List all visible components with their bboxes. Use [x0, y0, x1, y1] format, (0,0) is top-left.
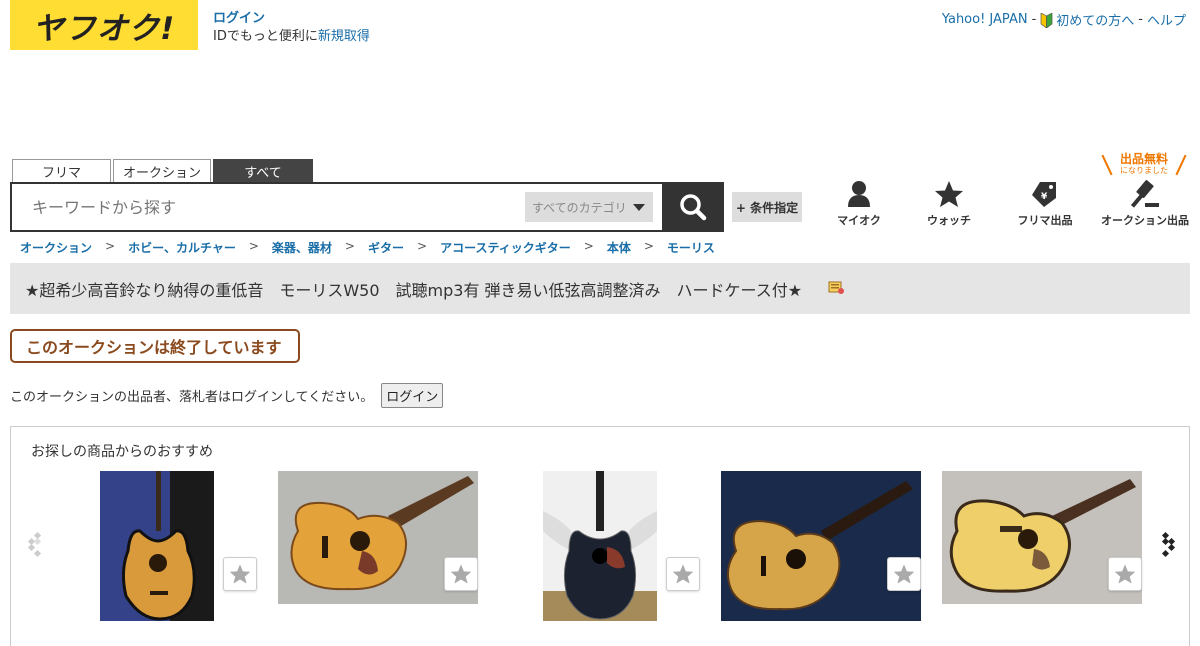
- search-button[interactable]: [662, 182, 724, 232]
- condition-button[interactable]: + 条件指定: [732, 192, 802, 222]
- recommendation-panel: お探しの商品からのおすすめ: [10, 426, 1190, 646]
- register-link[interactable]: 新規取得: [318, 29, 370, 44]
- breadcrumb-separator: >: [417, 239, 428, 253]
- breadcrumb-separator: >: [344, 239, 355, 253]
- login-notice: このオークションの出品者、落札者はログインしてください。 ログイン: [10, 383, 444, 408]
- breadcrumb-separator: >: [105, 239, 116, 253]
- breadcrumb-link[interactable]: ホビー、カルチャー: [128, 239, 236, 256]
- item-title: ★超希少高音鈴なり納得の重低音 モーリスW50 試聴mp3有 弾き易い低弦高調整…: [25, 280, 803, 300]
- tab-flea-market[interactable]: フリマ: [12, 159, 111, 183]
- star-icon: [229, 564, 251, 584]
- search-icon: [680, 194, 707, 221]
- carousel-next-button[interactable]: [1157, 531, 1179, 563]
- breadcrumb: オークション > ホビー、カルチャー > 楽器、器材 > ギター > アコーステ…: [20, 239, 715, 256]
- user-icon: [848, 181, 870, 207]
- breadcrumb-link[interactable]: オークション: [20, 239, 92, 256]
- item-thumbnail[interactable]: [721, 471, 921, 621]
- login-link[interactable]: ログイン: [213, 10, 370, 28]
- header-links: Yahoo! JAPAN - 初めての方へ - ヘルプ: [942, 10, 1186, 29]
- watch-button[interactable]: [666, 557, 700, 591]
- beginner-mark-icon: [1040, 11, 1053, 29]
- id-promo-text: IDでもっと便利に: [213, 29, 318, 44]
- chevron-right-icon: [1161, 531, 1176, 558]
- login-block: ログイン IDでもっと便利に新規取得: [213, 10, 370, 46]
- breadcrumb-separator: >: [583, 239, 594, 253]
- star-icon: [672, 564, 694, 584]
- price-tag-icon: ¥: [1032, 182, 1056, 207]
- chevron-left-icon: [27, 531, 42, 558]
- star-icon: [450, 564, 472, 584]
- star-icon: [893, 564, 915, 584]
- item-title-bar: ★超希少高音鈴なり納得の重低音 モーリスW50 試聴mp3有 弾き易い低弦高調整…: [10, 263, 1190, 314]
- carousel-prev-button[interactable]: [25, 531, 47, 563]
- search-tabs: フリマ オークション すべて: [12, 159, 315, 183]
- beginner-link[interactable]: 初めての方へ: [1056, 10, 1134, 29]
- category-select-label: すべてのカテゴリ: [532, 200, 627, 215]
- nav-auction-listing-label: オークション出品: [1101, 214, 1189, 227]
- breadcrumb-link[interactable]: アコースティックギター: [440, 239, 571, 256]
- nav-watch-label: ウォッチ: [927, 214, 971, 227]
- star-icon: [1114, 564, 1136, 584]
- gavel-icon: [1131, 180, 1159, 208]
- yahuoku-logo[interactable]: ヤフオク!: [10, 0, 198, 50]
- logo-text: ヤフオク!: [32, 10, 176, 47]
- login-notice-text: このオークションの出品者、落札者はログインしてください。: [10, 390, 374, 405]
- free-listing-badge: 出品無料 になりました: [1101, 152, 1187, 178]
- star-icon: [935, 181, 963, 207]
- nav-myauc[interactable]: マイオク: [834, 180, 884, 228]
- watch-button[interactable]: [1108, 557, 1142, 591]
- tab-auction[interactable]: オークション: [113, 159, 211, 183]
- item-thumbnail[interactable]: [543, 471, 657, 621]
- nav-flea-listing[interactable]: ¥ フリマ出品: [1015, 180, 1075, 228]
- breadcrumb-link[interactable]: モーリス: [667, 239, 715, 256]
- category-select[interactable]: すべてのカテゴリ: [525, 192, 653, 222]
- search-input[interactable]: [12, 187, 502, 227]
- watch-button[interactable]: [223, 557, 257, 591]
- breadcrumb-separator: >: [248, 239, 259, 253]
- nav-myauc-label: マイオク: [837, 214, 881, 227]
- tab-all[interactable]: すべて: [213, 159, 313, 183]
- svg-text:¥: ¥: [1041, 192, 1048, 202]
- free-badge-sub: になりました: [1120, 166, 1168, 175]
- breadcrumb-link[interactable]: 楽器、器材: [272, 239, 332, 256]
- recommendation-title: お探しの商品からのおすすめ: [31, 444, 213, 460]
- seller-badge-icon: [827, 279, 845, 299]
- watch-button[interactable]: [444, 557, 478, 591]
- free-badge-main: 出品無料: [1119, 152, 1168, 166]
- item-thumbnail[interactable]: [100, 471, 214, 621]
- watch-button[interactable]: [887, 557, 921, 591]
- nav-auction-listing[interactable]: オークション出品: [1098, 180, 1192, 228]
- auction-ended-notice: このオークションは終了しています: [10, 329, 300, 363]
- header-separator: -: [1138, 12, 1143, 27]
- nav-watch[interactable]: ウォッチ: [923, 180, 975, 228]
- nav-flea-listing-label: フリマ出品: [1017, 214, 1073, 227]
- breadcrumb-separator: >: [643, 239, 654, 253]
- login-button[interactable]: ログイン: [381, 383, 444, 408]
- breadcrumb-link[interactable]: ギター: [368, 239, 404, 256]
- nav-icons: マイオク ウォッチ ¥ フリマ出品 オークション出品: [820, 180, 1195, 230]
- help-link[interactable]: ヘルプ: [1147, 10, 1186, 29]
- chevron-down-icon: [633, 204, 645, 211]
- breadcrumb-link[interactable]: 本体: [607, 239, 631, 256]
- yahoo-japan-link[interactable]: Yahoo! JAPAN: [942, 12, 1028, 27]
- header-separator: -: [1031, 12, 1037, 27]
- search-box: すべてのカテゴリ: [10, 182, 724, 232]
